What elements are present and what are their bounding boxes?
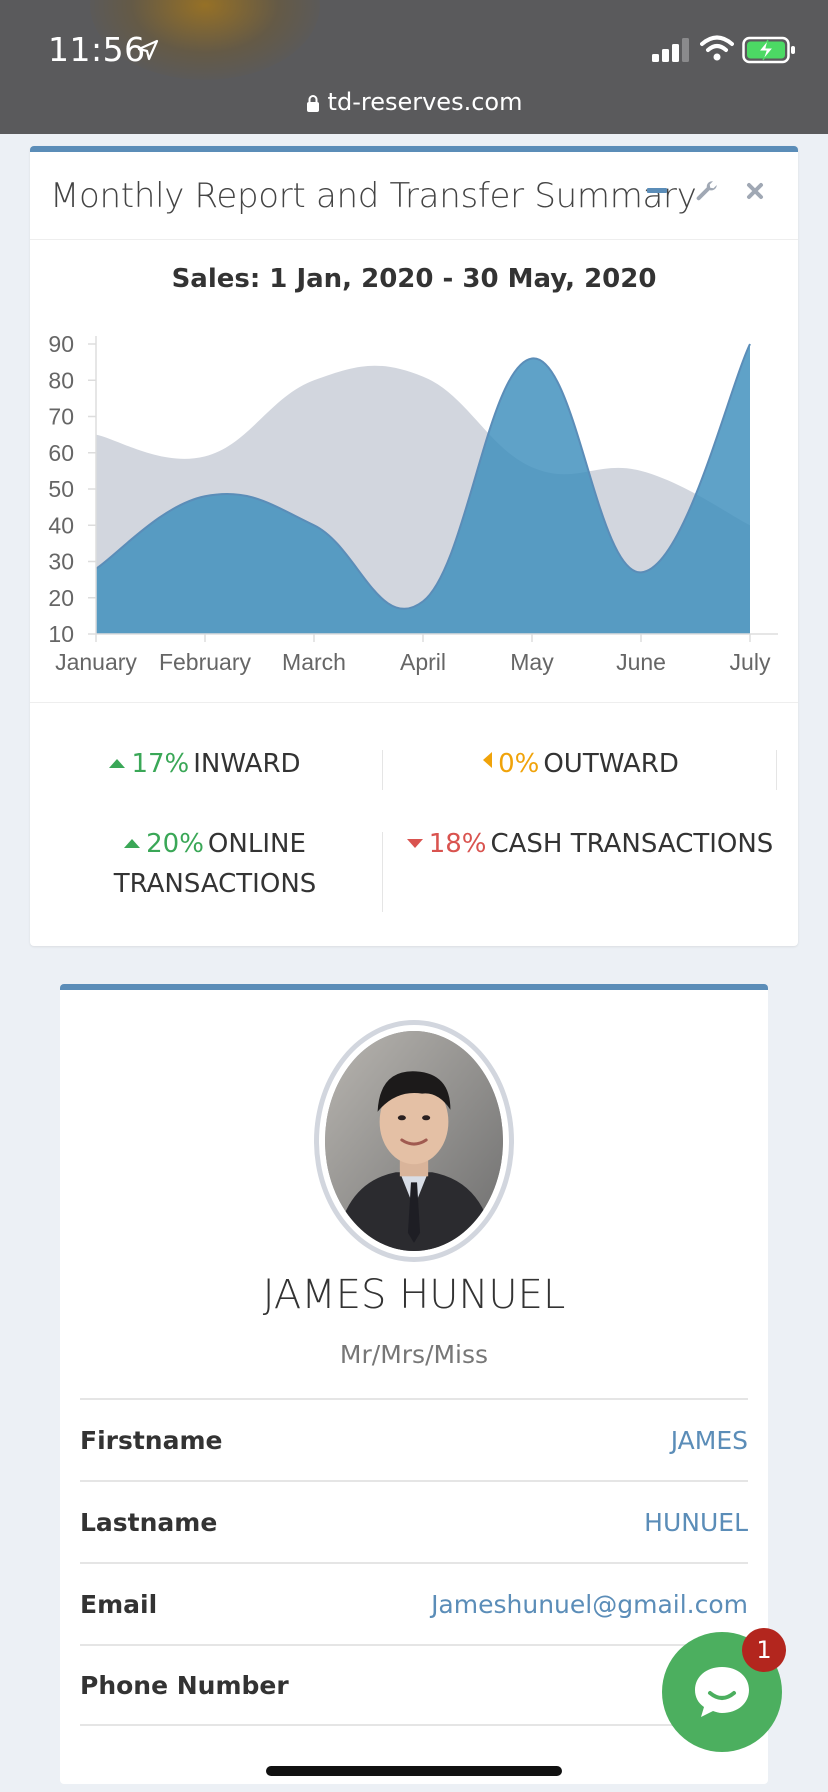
- lastname-value: HUNUEL: [644, 1507, 748, 1537]
- profile-details: Firstname JAMES Lastname HUNUEL Email Ja…: [80, 1398, 748, 1726]
- profile-title: Mr/Mrs/Miss: [339, 1340, 489, 1369]
- x-tick-label: March: [282, 649, 346, 675]
- chart-title: Sales: 1 Jan, 2020 - 30 May, 2020: [171, 264, 657, 294]
- list-item: Lastname HUNUEL: [80, 1480, 748, 1562]
- list-item: Phone Number: [80, 1644, 748, 1726]
- x-tick-label: April: [400, 649, 446, 675]
- clock: 11:56: [48, 30, 146, 69]
- cellular-signal-icon: [652, 38, 689, 62]
- stat-outward: 0% OUTWARD: [382, 744, 780, 784]
- stat-outward-label: OUTWARD: [543, 749, 679, 779]
- avatar[interactable]: [314, 1020, 514, 1262]
- url-text: td-reserves.com: [327, 88, 523, 116]
- stat-inward: 17% INWARD: [30, 744, 380, 784]
- stat-online-label: ONLINE TRANSACTIONS: [113, 829, 317, 899]
- lastname-label: Lastname: [80, 1507, 218, 1537]
- y-tick-label: 80: [48, 367, 74, 393]
- y-tick-label: 10: [48, 621, 74, 647]
- location-arrow-icon: [137, 39, 159, 61]
- stat-online: 20% ONLINE TRANSACTIONS: [90, 824, 340, 904]
- up-arrow-icon: [124, 839, 141, 848]
- y-tick-label: 40: [48, 512, 74, 538]
- stat-online-pct: 20%: [146, 829, 204, 859]
- home-indicator: [266, 1766, 562, 1776]
- stat-inward-pct: 17%: [131, 749, 190, 779]
- y-tick-label: 90: [48, 331, 74, 357]
- report-card-title: Monthly Report and Transfer Summary: [50, 176, 697, 216]
- x-tick-label: February: [159, 649, 252, 675]
- list-item: Email Jameshunuel@gmail.com: [80, 1562, 748, 1644]
- report-card-header: Monthly Report and Transfer Summary: [30, 152, 798, 240]
- y-tick-label: 70: [48, 404, 74, 430]
- minus-icon: [647, 188, 667, 193]
- list-item: Firstname JAMES: [80, 1398, 748, 1480]
- firstname-label: Firstname: [80, 1425, 223, 1455]
- stat-inward-label: INWARD: [193, 749, 301, 779]
- collapse-button[interactable]: [640, 174, 674, 208]
- profile-photo: [325, 1031, 503, 1251]
- wrench-icon: [696, 181, 717, 201]
- x-tick-label: July: [730, 649, 771, 675]
- lock-icon: [306, 95, 319, 112]
- address-bar[interactable]: td-reserves.com: [0, 88, 828, 116]
- battery-charging-icon: [742, 36, 795, 64]
- x-tick-label: May: [510, 649, 554, 675]
- y-tick-label: 30: [48, 549, 74, 575]
- email-label: Email: [80, 1589, 158, 1619]
- x-tick-label: June: [616, 649, 666, 675]
- email-value[interactable]: Jameshunuel@gmail.com: [431, 1590, 748, 1619]
- stat-cash-pct: 18%: [428, 829, 487, 859]
- x-tick-label: January: [55, 649, 137, 675]
- up-arrow-icon: [109, 759, 126, 768]
- phone-label: Phone Number: [80, 1670, 289, 1700]
- close-button[interactable]: [738, 174, 772, 208]
- down-arrow-icon: [406, 839, 423, 848]
- sales-area-chart: 10 20 30 40 50 60 70 80 90 January February March Ap…: [48, 331, 778, 675]
- y-tick-label: 60: [48, 440, 74, 466]
- wifi-icon: [700, 35, 734, 61]
- firstname-value: JAMES: [670, 1425, 748, 1455]
- close-icon: [747, 183, 763, 199]
- stat-cash-label: CASH TRANSACTIONS: [490, 829, 774, 859]
- stat-cash: 18% CASH TRANSACTIONS: [382, 824, 798, 864]
- settings-button[interactable]: [690, 174, 724, 208]
- profile-name: JAMES HUNUEL: [262, 1272, 566, 1318]
- notification-badge: 1: [742, 1628, 786, 1672]
- chat-bubble-icon: [695, 1667, 749, 1717]
- y-tick-label: 50: [48, 476, 74, 502]
- stat-outward-pct: 0%: [498, 749, 540, 779]
- left-arrow-icon: [483, 752, 493, 768]
- report-card: Monthly Report and Transfer Summary Sale…: [30, 146, 798, 946]
- y-tick-label: 20: [48, 585, 74, 611]
- status-bar: 11:56 td-reserves.com: [0, 0, 828, 134]
- profile-card: JAMES HUNUEL Mr/Mrs/Miss Firstname JAMES…: [60, 984, 768, 1784]
